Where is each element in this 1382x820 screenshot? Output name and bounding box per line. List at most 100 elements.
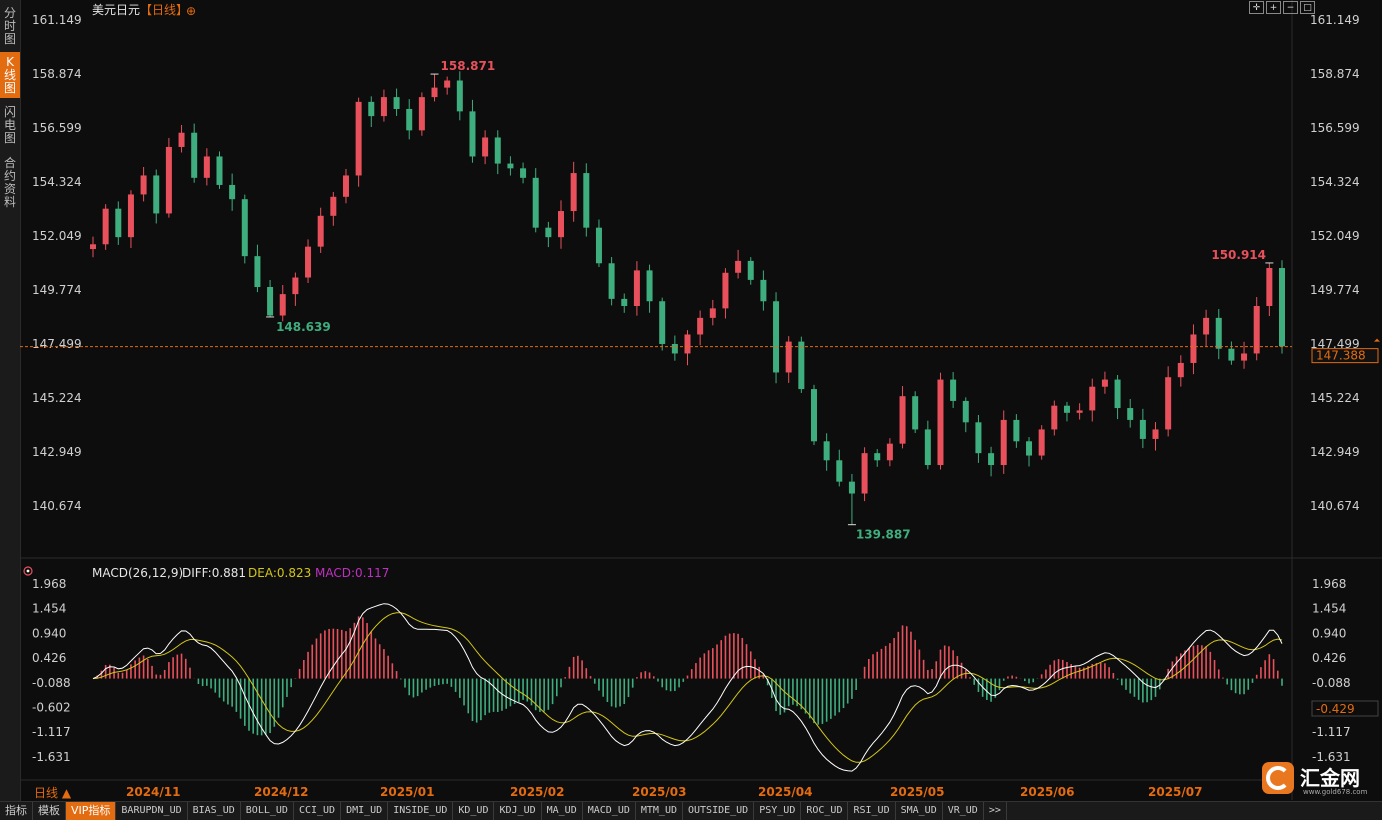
candle [773,292,780,384]
logo-name: 汇金网 [1300,766,1360,790]
candle [317,207,324,253]
symbol-title: 美元日元 [92,3,140,17]
candle [558,200,565,249]
candle [697,310,704,346]
indicator-tab[interactable]: MA_UD [542,802,583,820]
period-selector[interactable]: 日线 ▲ [34,786,72,800]
candle [482,130,489,165]
price-tick-right: 158.874 [1310,67,1360,81]
zoom-in-icon[interactable]: + [1266,1,1281,14]
indicator-tab[interactable]: 指标 [0,802,33,820]
candle [342,168,349,204]
price-tick-left: 154.324 [32,175,82,189]
candle [861,447,868,502]
candle [330,191,337,226]
candle [1215,309,1222,360]
indicator-tab[interactable]: KD_UD [453,802,495,820]
indicator-tab[interactable]: RSI_UD [848,802,896,820]
candle [659,297,666,351]
indicator-tab[interactable]: OUTSIDE_UD [683,802,755,820]
candle [203,148,210,186]
macd-tick-right: 0.426 [1312,651,1346,665]
candle [621,293,628,313]
tab-contract-info[interactable]: 合约资料 [0,153,20,213]
price-tick-left: 156.599 [32,121,82,135]
indicator-tab[interactable]: MTM_UD [636,802,683,820]
price-tick-left: 158.874 [32,67,82,81]
indicator-tab[interactable]: >> [984,802,1007,820]
add-icon[interactable]: ⊕ [186,4,196,18]
candle [1266,262,1273,317]
tab-flash-chart[interactable]: 闪电图 [0,102,20,148]
candle [975,414,982,463]
candle [1114,375,1121,420]
candle [899,386,906,449]
period-tag: 【日线】 [140,3,188,17]
candle [1241,341,1248,369]
candle [823,433,830,471]
price-annotation: 158.871 [441,59,496,73]
candle [848,473,855,525]
macd-tick-left: -0.602 [32,701,71,715]
price-tick-right: 140.674 [1310,499,1360,513]
indicator-tab[interactable]: CCI_UD [294,802,342,820]
svg-text:-0.429: -0.429 [1316,702,1355,716]
candle [1076,403,1083,420]
price-axis: 161.149 161.149 158.874 158.874 156.599 156.5… [32,13,1360,513]
candle [292,272,299,306]
time-tick: 2024/11 [126,785,180,799]
indicator-tab[interactable]: KDJ_UD [494,802,542,820]
indicator-tab[interactable]: VR_UD [943,802,984,820]
macd-tick-left: -1.117 [32,725,71,739]
settings-icon[interactable] [23,566,33,576]
chart-canvas[interactable]: 美元日元 【日线】 ⊕ 161.149 161.149 158.874 158.874… [20,0,1382,800]
indicator-tab[interactable]: VIP指标 [66,802,117,820]
candle [1203,309,1210,347]
candle [810,384,817,446]
candle [355,97,362,187]
time-tick: 2025/07 [1148,785,1202,799]
price-tick-left: 145.224 [32,391,82,405]
tab-kline[interactable]: K线图 [0,52,20,98]
price-annotations: 158.871 148.639 139.887 150.914 [266,59,1274,542]
candle [380,89,387,122]
indicator-tab[interactable]: BOLL_UD [241,802,294,820]
indicator-tab[interactable]: BARUPDN_UD [116,802,188,820]
candle [874,449,881,467]
candle [1051,400,1058,436]
candle [406,99,413,140]
chart-toolbar: ✛ + − □ [1249,1,1315,14]
chart-area[interactable]: 美元日元 【日线】 ⊕ 161.149 161.149 158.874 158.874… [20,0,1382,800]
candle [178,125,185,153]
price-tick-right: 145.224 [1310,391,1360,405]
candle [418,92,425,136]
candle [153,169,160,224]
candle [1026,437,1033,467]
macd-label: MACD(26,12,9) [92,566,183,580]
fullscreen-icon[interactable]: □ [1300,1,1315,14]
indicator-tab[interactable]: MACD_UD [583,802,636,820]
side-tab-bar: 分时图 K线图 闪电图 合约资料 [0,0,21,819]
crosshair-icon[interactable]: ✛ [1249,1,1264,14]
indicator-tab[interactable]: BIAS_UD [188,802,241,820]
macd-tick-right: -0.088 [1312,676,1351,690]
indicator-tab[interactable]: DMI_UD [341,802,389,820]
candle [305,239,312,284]
macd-current-label: -0.429 [1311,700,1379,717]
indicator-tab[interactable]: PSY_UD [754,802,802,820]
indicator-tab[interactable]: 模板 [33,802,66,820]
indicator-tab[interactable]: SMA_UD [896,802,943,820]
candle [988,446,995,477]
time-tick: 2025/05 [890,785,944,799]
zoom-out-icon[interactable]: − [1283,1,1298,14]
time-axis: 2024/11 2024/12 2025/01 2025/02 2025/03 2025/… [126,785,1202,799]
tab-intraday[interactable]: 分时图 [0,4,20,48]
candle [241,194,248,264]
indicator-tab-bar: 指标 模板 VIP指标 BARUPDN_UD BIAS_UD BOLL_UD CCI_UD D… [0,801,1382,820]
indicator-tab[interactable]: ROC_UD [801,802,849,820]
candle [254,244,261,293]
candle [1139,408,1146,449]
time-tick: 2025/03 [632,785,686,799]
indicator-tab[interactable]: INSIDE_UD [388,802,454,820]
candle [444,76,451,95]
